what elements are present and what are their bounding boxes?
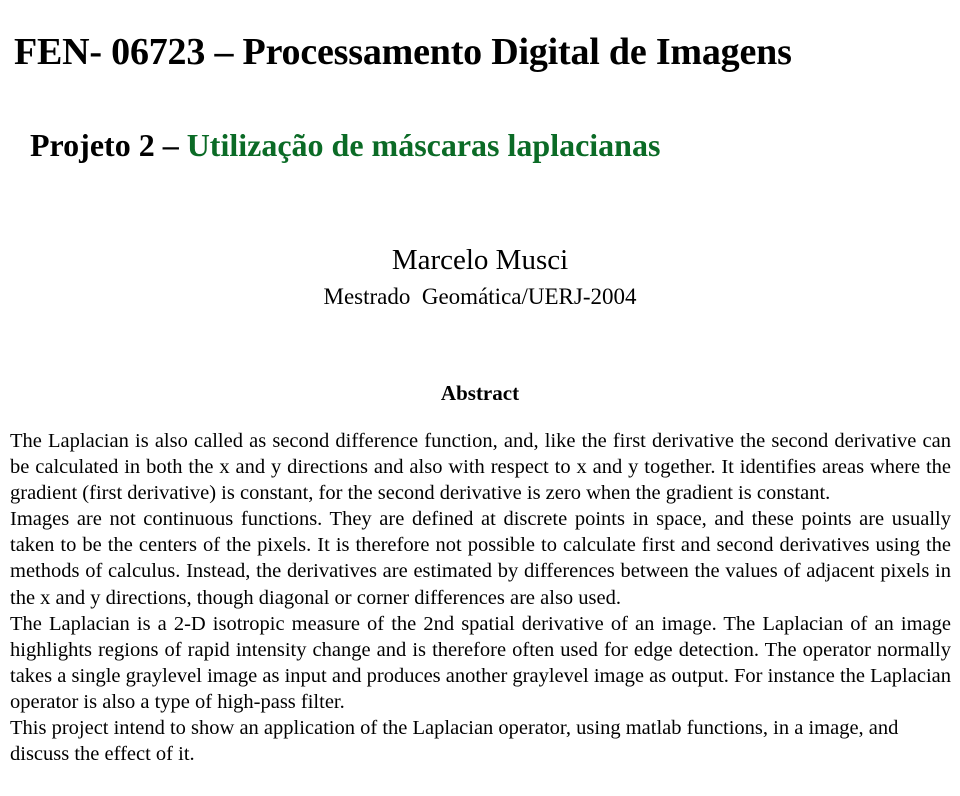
document-page: FEN- 06723 – Processamento Digital de Im… <box>0 0 960 796</box>
abstract-paragraph: The Laplacian is also called as second d… <box>10 430 951 505</box>
abstract-heading: Abstract <box>440 381 520 405</box>
document-subtitle-prefix: Projeto 2 – <box>30 126 187 163</box>
author-affiliation: Mestrado Geomática/UERJ-2004 <box>323 284 637 309</box>
abstract-paragraph: Images are not continuous functions. The… <box>10 508 951 609</box>
author-name: Marcelo Musci <box>391 244 569 276</box>
abstract-body: The Laplacian is also called as second d… <box>10 428 951 767</box>
document-subtitle: Projeto 2 – Utilização de máscaras lapla… <box>30 125 946 165</box>
document-subtitle-accent: Utilização de máscaras laplacianas <box>186 126 661 163</box>
document-title: FEN- 06723 – Processamento Digital de Im… <box>14 31 792 74</box>
abstract-paragraph: This project intend to show an applicati… <box>10 717 899 766</box>
abstract-paragraph: The Laplacian is a 2-D isotropic measure… <box>10 612 951 713</box>
